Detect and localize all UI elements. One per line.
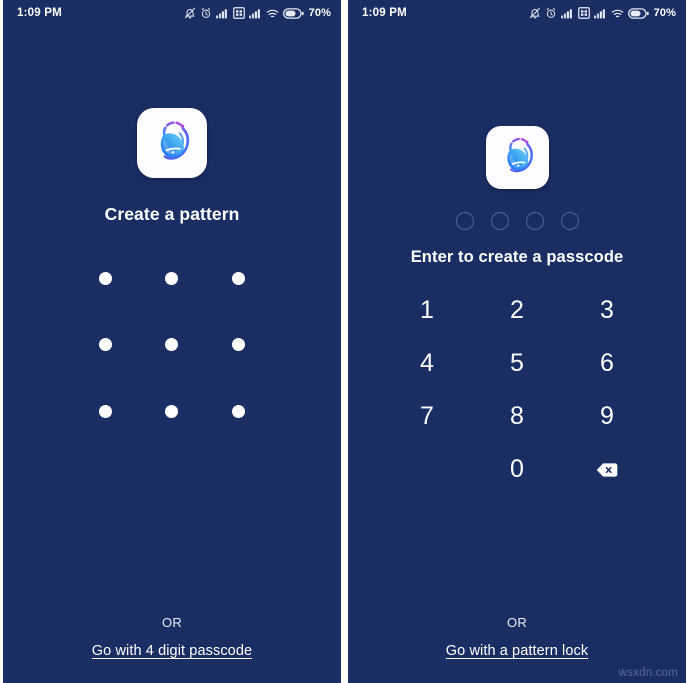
screenshot-canvas: 1:09 PM 70% Create a pattern OR Go with … [0, 0, 690, 683]
battery-percent-label: 70% [653, 7, 676, 19]
app-logo-tile [485, 126, 549, 189]
page-title: Create a pattern [104, 204, 240, 224]
battery-icon [282, 7, 304, 19]
go-with-pattern-link[interactable]: Go with a pattern lock [446, 643, 588, 659]
pattern-lock-grid[interactable] [72, 245, 272, 445]
dual-sim-card-icon [232, 7, 245, 19]
bell-muted-icon [529, 7, 541, 19]
keypad-key-7[interactable]: 7 [382, 390, 472, 443]
status-bar: 1:09 PM 70% [348, 0, 686, 26]
pattern-dot-glyph [232, 338, 246, 352]
battery-percent-label: 70% [308, 7, 331, 19]
passcode-dot-4 [560, 212, 579, 230]
signal-bars-icon [215, 8, 229, 19]
battery-icon [627, 7, 649, 19]
pattern-dot-4[interactable] [72, 312, 139, 379]
app-logo-icon [147, 116, 197, 171]
numeric-keypad[interactable]: 1 2 3 4 5 6 7 8 9 0 [382, 284, 652, 496]
status-bar-clock: 1:09 PM [362, 7, 407, 19]
pattern-dot-glyph [98, 405, 112, 419]
pattern-dot-2[interactable] [139, 245, 206, 312]
pattern-dot-5[interactable] [139, 312, 206, 379]
status-bar: 1:09 PM 70% [3, 0, 341, 26]
phone-screen-pattern: 1:09 PM 70% Create a pattern OR Go with … [3, 0, 341, 683]
app-logo-wrapper [348, 126, 686, 189]
pattern-dot-glyph [98, 338, 112, 352]
pattern-dot-glyph [165, 271, 179, 285]
app-logo-tile [137, 108, 207, 178]
wifi-icon [611, 8, 624, 19]
app-logo-icon [495, 133, 540, 183]
pattern-dot-glyph [98, 271, 112, 285]
watermark-label: wsxdn.com [618, 667, 678, 679]
signal-bars-2-icon [248, 8, 262, 19]
or-separator-label: OR [161, 615, 183, 630]
keypad-key-8[interactable]: 8 [472, 390, 562, 443]
keypad-key-2[interactable]: 2 [472, 284, 562, 337]
passcode-dots [348, 212, 686, 230]
status-bar-icons: 70% [184, 7, 331, 19]
pattern-dot-3[interactable] [205, 245, 272, 312]
page-title: Enter to create a passcode [410, 248, 624, 266]
signal-bars-icon [560, 8, 574, 19]
status-bar-icons: 70% [529, 7, 676, 19]
keypad-key-backspace[interactable] [562, 443, 652, 496]
alarm-clock-icon [200, 7, 212, 19]
pattern-dot-glyph [165, 405, 179, 419]
signal-bars-2-icon [593, 8, 607, 19]
keypad-key-6[interactable]: 6 [562, 337, 652, 390]
wifi-icon [266, 8, 279, 19]
backspace-icon [596, 462, 618, 478]
pattern-dot-8[interactable] [139, 378, 206, 445]
passcode-dot-3 [525, 212, 544, 230]
pattern-dot-glyph [232, 271, 246, 285]
pattern-dot-6[interactable] [205, 312, 272, 379]
status-bar-clock: 1:09 PM [17, 7, 62, 19]
footer-pattern: OR Go with 4 digit passcode [3, 615, 341, 660]
app-logo-wrapper [3, 108, 341, 178]
keypad-key-5[interactable]: 5 [472, 337, 562, 390]
pattern-dot-1[interactable] [72, 245, 139, 312]
pattern-dot-7[interactable] [72, 378, 139, 445]
pattern-dot-9[interactable] [205, 378, 272, 445]
or-separator-label: OR [506, 615, 528, 630]
phone-screen-passcode: 1:09 PM 70% Enter to create a passcode 1… [348, 0, 686, 683]
footer-passcode: OR Go with a pattern lock [348, 615, 686, 660]
passcode-dot-1 [455, 212, 474, 230]
keypad-key-4[interactable]: 4 [382, 337, 472, 390]
alarm-clock-icon [545, 7, 557, 19]
keypad-key-3[interactable]: 3 [562, 284, 652, 337]
passcode-dot-2 [490, 212, 509, 230]
dual-sim-card-icon [577, 7, 590, 19]
keypad-key-9[interactable]: 9 [562, 390, 652, 443]
keypad-key-1[interactable]: 1 [382, 284, 472, 337]
keypad-key-0[interactable]: 0 [472, 443, 562, 496]
pattern-dot-glyph [165, 338, 179, 352]
pattern-dot-glyph [232, 405, 246, 419]
go-with-passcode-link[interactable]: Go with 4 digit passcode [92, 643, 252, 659]
bell-muted-icon [184, 7, 196, 19]
